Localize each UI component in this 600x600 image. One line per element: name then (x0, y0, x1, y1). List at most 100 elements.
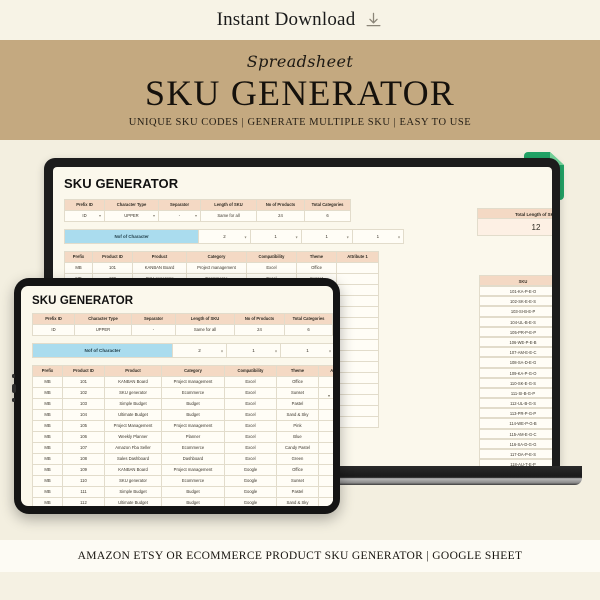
parameters-header-row-tablet: Prefix ID Character Type Separator Length o… (32, 313, 333, 325)
cell-id: 108 (62, 453, 105, 465)
data-header-3: Category (186, 251, 247, 263)
total-length-value: 12 (477, 219, 552, 236)
cell-product: KANBAN Board (104, 464, 162, 476)
data-header-6: Attribute 1 (318, 365, 333, 377)
total-length-label: Total Length of SKU (477, 208, 552, 219)
cell-product: Ultimate Budget (104, 497, 162, 506)
param-value-2[interactable]: - (131, 324, 176, 336)
cell-compat: Excel (224, 453, 277, 465)
param-value-0[interactable]: ID (32, 324, 75, 336)
cell-attr (336, 405, 379, 417)
data-header-5: Theme (276, 365, 319, 377)
cell-id: 106 (62, 431, 105, 443)
table-row: MB106Weekly PlannerPlannerExcelBlue (32, 431, 333, 443)
cell-category: Planner (161, 431, 225, 443)
cell-compat: Excel (224, 376, 277, 388)
cell-product: Sales Dashboard (104, 453, 162, 465)
sku-output-column: SKU 101-KA-P-E-O 102-SK-E-E-S 103-SI-B-E-P 1… (477, 273, 552, 468)
param-value-5[interactable]: 6 (304, 210, 351, 222)
data-header-0: Prefix (32, 365, 63, 377)
hero-script-label: Spreadsheet (246, 51, 354, 71)
cell-attr (318, 387, 333, 399)
data-header-4: Compatibility (246, 251, 297, 263)
param-value-2[interactable]: - (158, 210, 201, 222)
cell-id: 112 (62, 497, 105, 506)
cell-product: KANBAN Board (104, 376, 162, 388)
param-value-5[interactable]: 6 (284, 324, 333, 336)
cell-attr (318, 376, 333, 388)
cell-attr (318, 497, 333, 506)
param-value-1[interactable]: UPPER (104, 210, 159, 222)
cell-compat: Excel (246, 262, 297, 274)
param-header-2: Separator (158, 199, 201, 211)
cell-attr (318, 475, 333, 487)
cell-attr (336, 350, 379, 362)
param-value-1[interactable]: UPPER (74, 324, 132, 336)
cell-attr (318, 464, 333, 476)
sku-cell-8: 109-KA-P-G-O (479, 367, 552, 378)
cell-theme: Pastel (276, 398, 319, 410)
data-header-4: Compatibility (224, 365, 277, 377)
parameters-value-row: IDUPPER-Same for all246 (64, 210, 351, 222)
cell-attr (336, 372, 379, 384)
cell-compat: Google (224, 464, 277, 476)
cell-attr (318, 442, 333, 454)
cell-attr (336, 317, 379, 329)
tablet-screen-content: SKU GENERATOR Prefix ID Character Type Sep… (21, 286, 333, 506)
param-header-3: Length of SKU (200, 199, 257, 211)
data-header-row: Prefix Product ID Product Category Compatibi… (64, 251, 379, 263)
nof-value-2[interactable]: 1 (300, 229, 353, 244)
cell-prefix: MB (32, 453, 63, 465)
cell-attr (336, 383, 379, 395)
cell-id: 109 (62, 464, 105, 476)
cell-compat: Excel (224, 431, 277, 443)
cell-attr (318, 398, 333, 410)
sku-cell-15: 116-SA-D-G-G (479, 438, 552, 449)
data-header-2: Product (132, 251, 187, 263)
nof-value-2[interactable]: 1 (280, 343, 333, 358)
data-header-1: Product ID (92, 251, 133, 263)
nof-value-1[interactable]: 1 (226, 343, 281, 358)
param-header-5: Total Categories (284, 313, 333, 325)
sku-cell-13: 114-WE-P-G-B (479, 418, 552, 429)
nof-value-3[interactable]: 1 (351, 229, 405, 244)
data-header-row-tablet: Prefix Product ID Product Category Compatibi… (32, 365, 333, 377)
tablet-button-mid (12, 384, 16, 393)
nof-value-0[interactable]: 2 (198, 229, 251, 244)
cell-id: 110 (62, 475, 105, 487)
cell-compat: Google (224, 486, 277, 498)
sku-cell-2: 103-SI-B-E-P (479, 306, 552, 317)
param-value-3[interactable]: Same for all (175, 324, 235, 336)
cell-category: Project management (186, 262, 247, 274)
cell-theme: Sand & Sky (276, 497, 319, 506)
nof-row: Nof of Character2111 (32, 343, 333, 358)
cell-prefix: MB (32, 387, 63, 399)
cell-compat: Excel (224, 420, 277, 432)
cell-category: Budget (161, 486, 225, 498)
param-value-0[interactable]: ID (64, 210, 105, 222)
cell-category: Budget (161, 497, 225, 506)
nof-row: Nof of Character2111 (63, 229, 405, 244)
nof-value-0[interactable]: 2 (172, 343, 227, 358)
table-row: MB 101 KANBAN Board Project management Excel… (64, 262, 379, 274)
param-value-4[interactable]: 24 (256, 210, 305, 222)
param-header-3: Length of SKU (175, 313, 235, 325)
cell-attr (336, 295, 379, 307)
cell-prefix: MB (32, 497, 63, 506)
sku-column-header: SKU (479, 275, 552, 286)
cell-category: Ecommerce (161, 387, 225, 399)
nof-value-1[interactable]: 1 (249, 229, 302, 244)
parameters-value-row-tablet: IDUPPER-Same for all246 (32, 324, 333, 336)
page-title: SKU GENERATOR (145, 72, 455, 113)
cell-product: SKU generator (104, 475, 162, 487)
cell-theme: Office (296, 262, 337, 274)
cell-prefix: MB (32, 486, 63, 498)
cell-attr (336, 339, 379, 351)
param-value-4[interactable]: 24 (234, 324, 285, 336)
cell-attr (336, 361, 379, 373)
param-value-3[interactable]: Same for all (200, 210, 257, 222)
sku-cell-5: 106-WE-P-E-B (479, 336, 552, 348)
cell-theme: Pink (276, 420, 319, 432)
cell-prefix: MB (32, 376, 63, 388)
nof-label: Nof of Character (63, 229, 200, 244)
